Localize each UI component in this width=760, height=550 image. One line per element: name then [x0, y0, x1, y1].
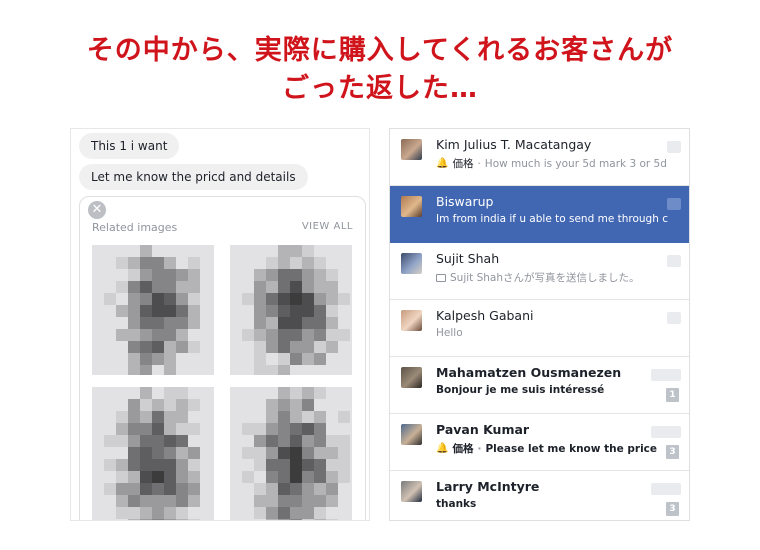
avatar	[401, 253, 422, 274]
message-preview: Please let me know the price	[485, 442, 658, 455]
conversation-name: Kim Julius T. Macatangay	[436, 137, 592, 152]
conversation-name: Pavan Kumar	[436, 422, 530, 437]
conversation-row[interactable]: Kalpesh Gabani Hello	[390, 300, 689, 357]
conversation-row[interactable]: Biswarup Im from india if u able to send …	[390, 186, 689, 243]
conversation-row[interactable]: Sujit Shah Sujit Shahさんが写真を送信しました。	[390, 243, 689, 300]
related-image-thumbnail[interactable]	[230, 245, 352, 375]
blurred-timestamp	[667, 141, 681, 153]
headline-line-2: ごった返した…	[282, 73, 478, 104]
avatar	[401, 310, 422, 331]
headline-line-1: その中から、実際に購入してくれるお客さんが	[86, 35, 674, 66]
separator-dot: ·	[477, 157, 481, 170]
avatar	[401, 367, 422, 388]
related-image-thumbnail[interactable]	[230, 387, 352, 520]
conversation-preview-line: Im from india if u able to send me throu…	[436, 213, 668, 225]
close-icon[interactable]: ✕	[88, 201, 106, 219]
conversation-preview-line: Bonjour je me suis intéressé	[436, 384, 668, 396]
conversation-name: Mahamatzen Ousmanezen	[436, 365, 622, 380]
conversation-preview-line: 🔔 価格 · Please let me know the price	[436, 441, 668, 456]
conversation-row[interactable]: Mahamatzen Ousmanezen Bonjour je me suis …	[390, 357, 689, 414]
message-preview: Hello	[436, 327, 463, 339]
related-image-thumbnail[interactable]	[92, 245, 214, 375]
unread-count-badge: 3	[666, 445, 679, 459]
conversation-name: Sujit Shah	[436, 251, 500, 266]
bell-icon: 🔔	[436, 443, 449, 454]
message-bubble: Let me know the pricd and details	[79, 164, 308, 190]
conversation-name: Larry McIntyre	[436, 479, 540, 494]
unread-count-badge: 1	[666, 388, 679, 402]
photo-icon	[436, 273, 446, 282]
conversation-preview-line: Hello	[436, 327, 668, 339]
message-preview: Im from india if u able to send me throu…	[436, 213, 668, 225]
blurred-timestamp	[651, 369, 681, 381]
blurred-timestamp	[651, 426, 681, 438]
unread-count-badge: 3	[666, 502, 679, 516]
avatar	[401, 481, 422, 502]
separator-dot: ·	[477, 442, 482, 455]
price-tag-label: 価格	[452, 158, 474, 170]
blurred-timestamp	[667, 255, 681, 267]
blurred-timestamp	[667, 198, 681, 210]
blurred-timestamp	[667, 312, 681, 324]
message-preview: Sujit Shahさんが写真を送信しました。	[450, 272, 640, 284]
chat-panel: This 1 i want Let me know the pricd and …	[70, 128, 370, 521]
bell-icon: 🔔	[436, 158, 449, 169]
conversation-preview-line: 🔔 価格 · How much is your 5d mark 3 or 5d...	[436, 156, 668, 171]
message-preview: Bonjour je me suis intéressé	[436, 384, 605, 396]
related-image-thumbnail[interactable]	[92, 387, 214, 520]
avatar	[401, 139, 422, 160]
conversation-name: Kalpesh Gabani	[436, 308, 534, 323]
conversation-row[interactable]: Kim Julius T. Macatangay 🔔 価格 · How much is …	[390, 129, 689, 186]
conversation-preview-line: Sujit Shahさんが写真を送信しました。	[436, 270, 668, 285]
avatar	[401, 424, 422, 445]
conversation-row[interactable]: Larry McIntyre thanks 3	[390, 471, 689, 520]
price-tag-label: 価格	[452, 443, 474, 455]
message-bubble: This 1 i want	[79, 133, 180, 159]
message-preview: How much is your 5d mark 3 or 5d...	[484, 157, 668, 170]
conversation-name: Biswarup	[436, 194, 494, 209]
conversation-row[interactable]: Pavan Kumar 🔔 価格 · Please let me know the pr…	[390, 414, 689, 471]
related-images-label: Related images	[92, 221, 178, 234]
related-images-card: ✕ Related images VIEW ALL	[79, 196, 366, 520]
avatar	[401, 196, 422, 217]
blurred-timestamp	[651, 483, 681, 495]
inbox-list: Kim Julius T. Macatangay 🔔 価格 · How much is …	[389, 128, 690, 521]
view-all-link[interactable]: VIEW ALL	[302, 221, 353, 232]
conversation-preview-line: thanks	[436, 498, 668, 510]
message-preview: thanks	[436, 498, 477, 510]
